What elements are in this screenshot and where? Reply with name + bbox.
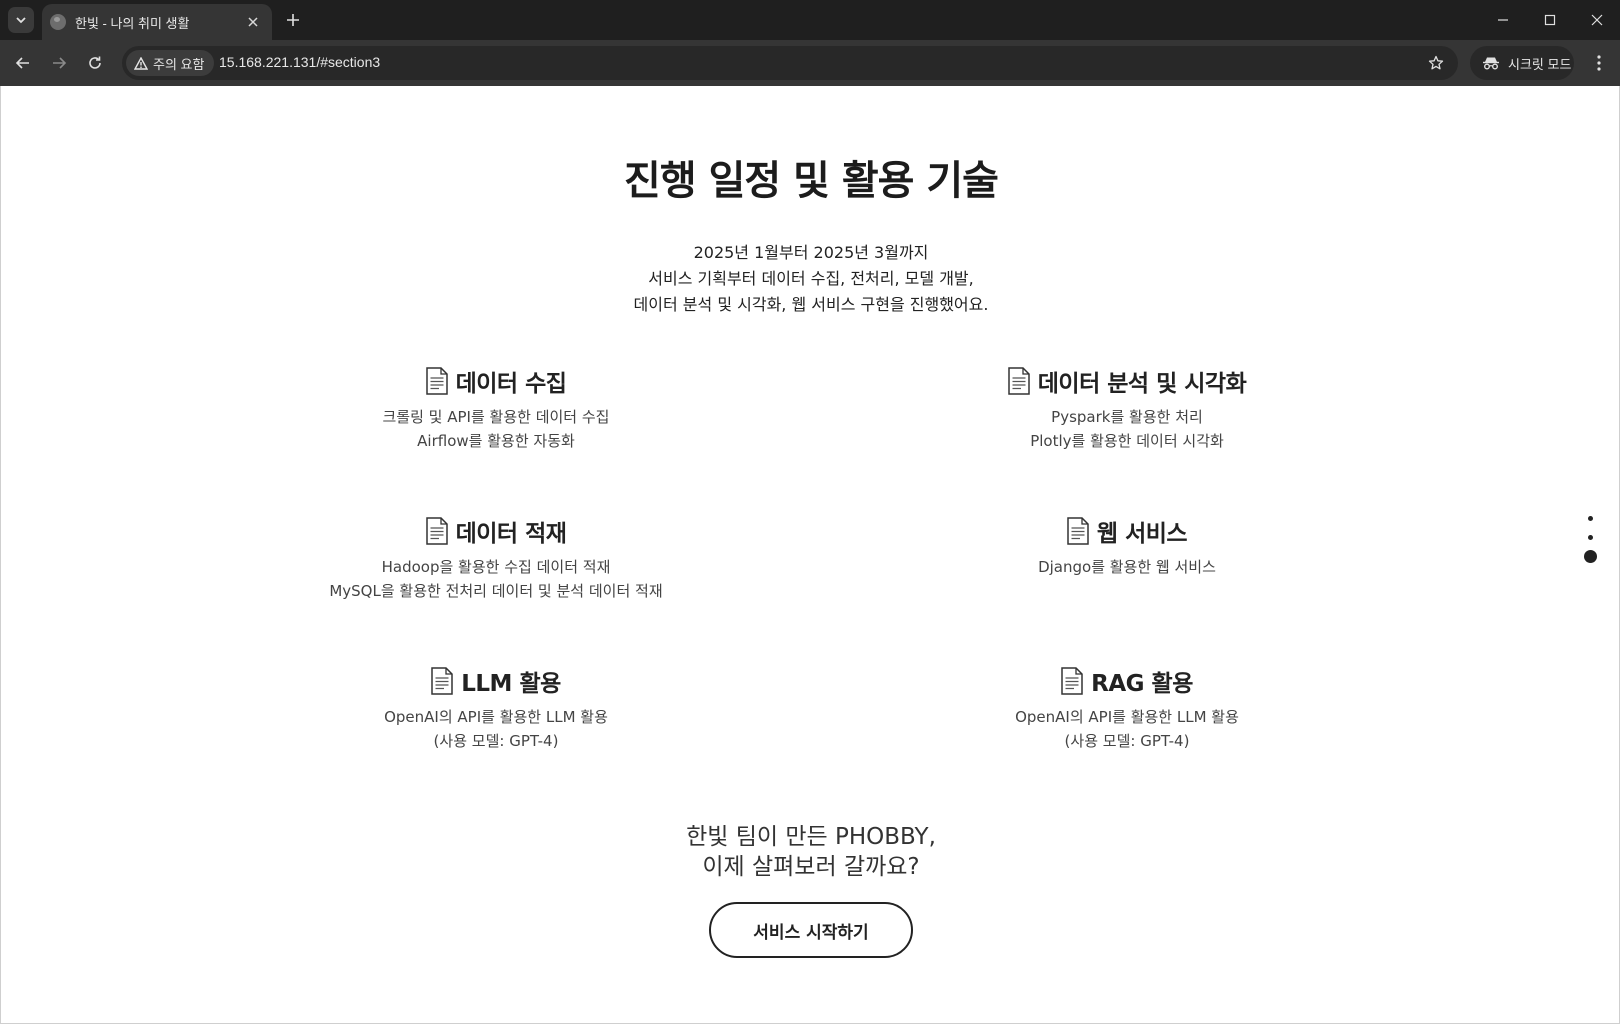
minimize-icon — [1498, 19, 1508, 21]
intro-text: 2025년 1월부터 2025년 3월까지 서비스 기획부터 데이터 수집, 전… — [1, 240, 1620, 318]
intro-line: 2025년 1월부터 2025년 3월까지 — [693, 243, 929, 262]
feature-data-analysis: 데이터 분석 및 시각화 Pyspark를 활용한 처리 Plotly를 활용한… — [847, 364, 1407, 453]
globe-icon — [50, 14, 66, 30]
intro-line: 서비스 기획부터 데이터 수집, 전처리, 모델 개발, — [648, 269, 974, 288]
feature-title: 웹 서비스 — [1096, 521, 1188, 547]
document-icon — [1067, 517, 1089, 545]
feature-title: 데이터 분석 및 시각화 — [1037, 371, 1247, 397]
plus-icon — [287, 14, 299, 26]
bookmark-button[interactable] — [1426, 53, 1446, 73]
document-icon — [425, 517, 448, 545]
outro-line: 한빛 팀이 만든 PHOBBY, — [686, 824, 936, 850]
feature-desc-line: MySQL을 활용한 전처리 데이터 및 분석 데이터 적재 — [329, 582, 663, 600]
arrow-left-icon — [15, 57, 29, 69]
address-bar[interactable]: 주의 요함 15.168.221.131/#section3 — [122, 46, 1458, 80]
outro-line: 이제 살펴보러 갈까요? — [702, 854, 920, 880]
feature-desc-line: Pyspark를 활용한 처리 — [1051, 408, 1203, 426]
intro-line: 데이터 분석 및 시각화, 웹 서비스 구현을 진행했어요. — [633, 295, 989, 314]
maximize-icon — [1544, 14, 1556, 26]
feature-desc-line: OpenAI의 API를 활용한 LLM 활용 — [384, 708, 608, 726]
start-service-button[interactable]: 서비스 시작하기 — [709, 902, 913, 958]
feature-desc-line: Plotly를 활용한 데이터 시각화 — [1030, 432, 1224, 450]
section-dot-3-active[interactable] — [1584, 550, 1597, 563]
browser-menu-button[interactable] — [1586, 50, 1612, 76]
tab-title: 한빛 - 나의 취미 생활 — [75, 15, 190, 31]
chevron-down-icon — [16, 17, 26, 24]
incognito-label: 시크릿 모드 — [1508, 56, 1572, 72]
feature-desc-line: 크롤링 및 API를 활용한 데이터 수집 — [382, 408, 610, 426]
forward-button[interactable] — [46, 50, 72, 76]
document-icon — [431, 667, 453, 695]
reload-icon — [89, 56, 101, 69]
feature-web-service: 웹 서비스 Django를 활용한 웹 서비스 — [847, 514, 1407, 579]
section-dot-2[interactable] — [1588, 535, 1593, 540]
incognito-icon — [1483, 57, 1499, 70]
window-close-button[interactable] — [1584, 8, 1610, 32]
feature-llm: LLM 활용 OpenAI의 API를 활용한 LLM 활용 (사용 모델: G… — [216, 664, 776, 753]
page-viewport: 진행 일정 및 활용 기술 2025년 1월부터 2025년 3월까지 서비스 … — [0, 86, 1620, 1024]
arrow-right-icon — [53, 57, 67, 69]
star-icon — [1428, 55, 1444, 70]
feature-desc-line: Airflow를 활용한 자동화 — [417, 432, 575, 450]
maximize-button[interactable] — [1537, 8, 1563, 32]
back-button[interactable] — [10, 50, 36, 76]
feature-title: LLM 활용 — [461, 671, 561, 697]
browser-toolbar: 주의 요함 15.168.221.131/#section3 시크릿 모드 — [0, 40, 1620, 86]
feature-rag: RAG 활용 OpenAI의 API를 활용한 LLM 활용 (사용 모델: G… — [847, 664, 1407, 753]
tab-search-button[interactable] — [8, 7, 34, 33]
feature-title: 데이터 수집 — [455, 371, 567, 397]
feature-desc-line: (사용 모델: GPT-4) — [1064, 732, 1190, 750]
url-text: 15.168.221.131/#section3 — [219, 54, 381, 70]
incognito-indicator[interactable]: 시크릿 모드 — [1470, 46, 1574, 80]
feature-desc-line: (사용 모델: GPT-4) — [433, 732, 559, 750]
outro-text: 한빛 팀이 만든 PHOBBY, 이제 살펴보러 갈까요? — [1, 822, 1620, 882]
close-icon — [1591, 14, 1603, 26]
site-info-button[interactable]: 주의 요함 — [126, 50, 215, 76]
feature-title: RAG 활용 — [1091, 671, 1193, 697]
tab-close-button[interactable] — [244, 13, 262, 31]
feature-desc-line: Hadoop을 활용한 수집 데이터 적재 — [381, 558, 611, 576]
browser-tab-bar: 한빛 - 나의 취미 생활 — [0, 0, 1620, 40]
reload-button[interactable] — [82, 50, 108, 76]
feature-data-storage: 데이터 적재 Hadoop을 활용한 수집 데이터 적재 MySQL을 활용한 … — [216, 514, 776, 603]
close-icon — [248, 17, 258, 27]
section-dot-1[interactable] — [1588, 516, 1593, 521]
feature-desc-line: OpenAI의 API를 활용한 LLM 활용 — [1015, 708, 1239, 726]
feature-desc-line: Django를 활용한 웹 서비스 — [1038, 558, 1216, 576]
document-icon — [1061, 667, 1083, 695]
warning-triangle-icon — [134, 56, 148, 70]
minimize-button[interactable] — [1490, 8, 1516, 32]
document-icon — [425, 367, 448, 395]
page-title: 진행 일정 및 활용 기술 — [624, 158, 999, 204]
feature-title: 데이터 적재 — [455, 521, 567, 547]
document-icon — [1008, 367, 1030, 395]
browser-tab-active[interactable]: 한빛 - 나의 취미 생활 — [42, 4, 272, 40]
security-label: 주의 요함 — [153, 56, 205, 72]
more-vertical-icon — [1597, 55, 1601, 71]
feature-data-collection: 데이터 수집 크롤링 및 API를 활용한 데이터 수집 Airflow를 활용… — [216, 364, 776, 453]
new-tab-button[interactable] — [282, 9, 304, 31]
